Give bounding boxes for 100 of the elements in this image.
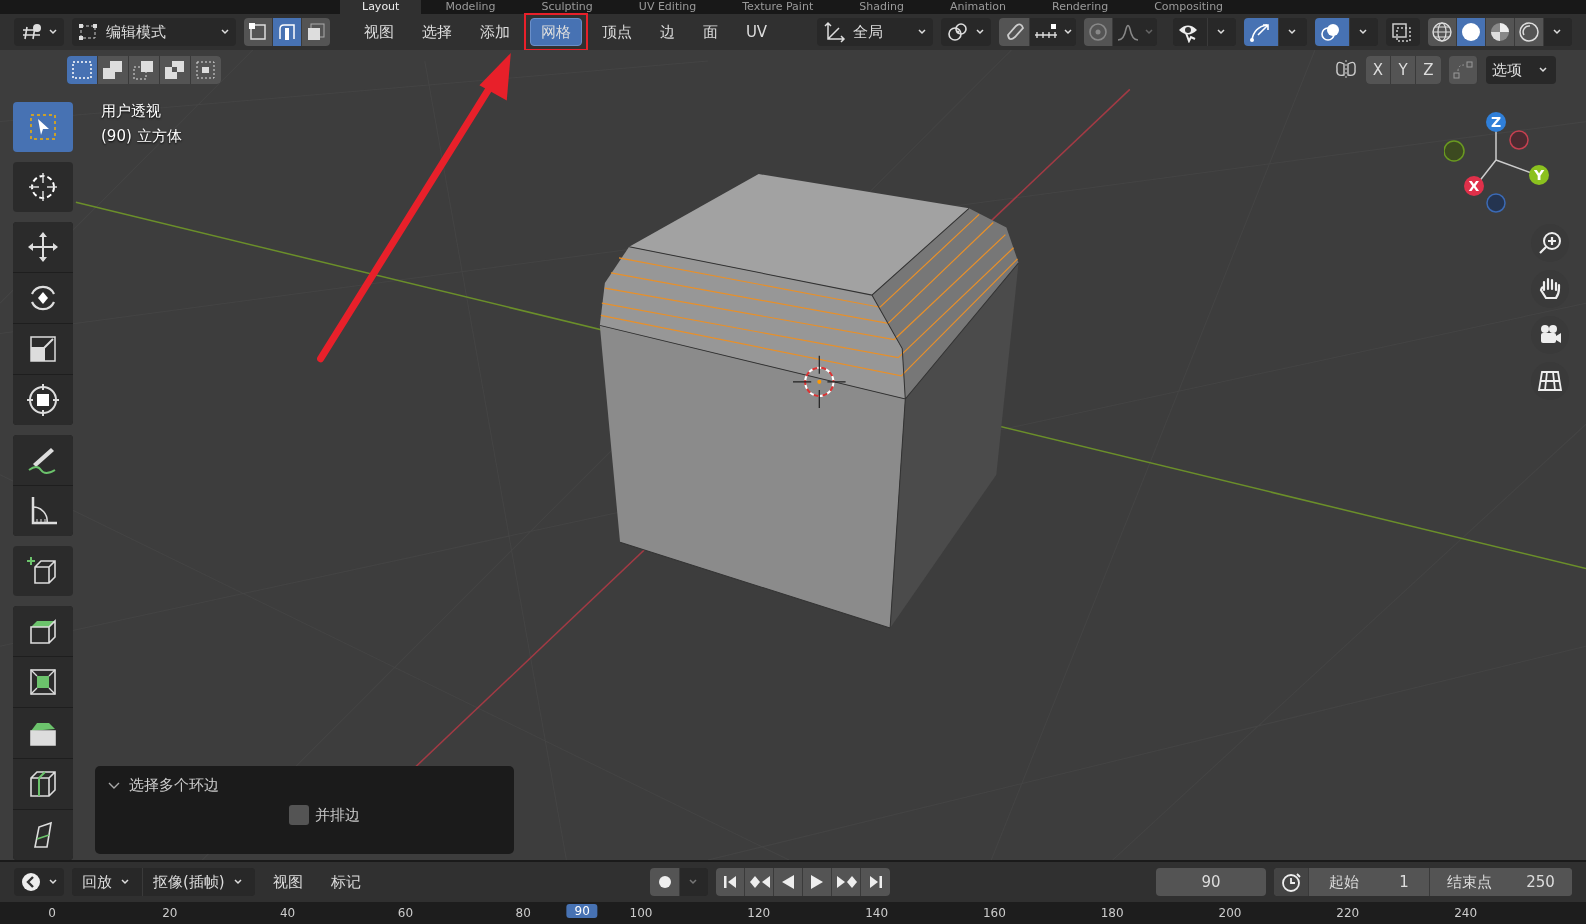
editor-type-icon [20,22,42,42]
editor-type-button[interactable] [14,18,64,46]
merge-icon [1452,59,1474,81]
face-select-mode-button[interactable] [301,18,330,46]
wireframe-shading-button[interactable] [1428,18,1457,46]
3d-viewport[interactable]: X Y Z 选项 用户透视 (90) 立方体 X Y Z 选择多个环边 并排边 [0,50,1586,860]
snap-toggle[interactable] [999,18,1031,46]
scale-tool[interactable] [13,324,73,374]
pivot-dropdown[interactable] [941,18,992,46]
menu-item[interactable]: 网格 [529,18,582,46]
menu-item[interactable]: 添加 [469,18,520,46]
workspace-tab[interactable]: UV Editing [616,0,719,14]
vertex-mode-icon [246,21,269,43]
caret-icon [120,877,132,887]
solid-sphere-icon [1460,21,1482,43]
menu-item[interactable]: 顶点 [591,18,642,46]
menu-item[interactable]: 边 [649,18,685,46]
hand-icon [1537,276,1563,302]
menu-item[interactable]: 视图 [262,868,313,896]
frame-number: 120 [747,906,771,920]
circle-dot-icon [1087,21,1110,43]
menu-item[interactable]: UV [735,18,778,46]
caret-icon [48,877,58,887]
inset-tool[interactable] [13,657,73,707]
end-frame-field[interactable]: 结束点 250 [1429,868,1572,896]
mirror-axis-toggle[interactable]: Y [1391,56,1416,84]
material-shading-button[interactable] [1486,18,1515,46]
rotate-tool[interactable] [13,273,73,323]
workspace-tab[interactable]: Sculpting [519,0,615,14]
vertex-square-icon [78,22,100,42]
panel-header[interactable]: 选择多个环边 [95,766,231,805]
extrude-tool[interactable] [13,606,73,656]
workspace-tab[interactable]: Compositing [1132,0,1246,14]
workspace-tab[interactable]: Animation [927,0,1028,14]
negative-axis-handle[interactable] [1509,130,1529,150]
cursor-tool[interactable] [13,162,73,212]
cube-drawing[interactable] [599,174,1020,629]
editor-type-button[interactable] [14,868,64,896]
workspace-tab[interactable]: Layout [340,0,422,14]
next-keyframe-icon [835,873,857,891]
transform-icon [25,382,61,418]
frame-number: 100 [629,906,653,920]
current-frame-field[interactable]: 90 [1156,868,1266,896]
axis-label: Y [1533,167,1545,183]
menu-item[interactable]: 标记 [320,868,371,896]
knife-tool[interactable] [13,810,73,860]
proportional-edit-toggle[interactable] [1084,18,1114,46]
box-new-mode-button[interactable] [67,56,98,84]
negative-axis-handle[interactable] [1444,140,1465,162]
auto-merge-toggle[interactable] [1449,56,1478,84]
mirror-axis-toggle[interactable]: X [1366,56,1391,84]
frame-number: 20 [162,906,178,920]
gizmo-toggle[interactable] [1244,18,1280,46]
box-extend-mode-button[interactable] [98,56,129,84]
transform-tool[interactable] [13,375,73,425]
next-keyframe-button[interactable] [832,868,861,896]
frame-number: 0 [48,906,56,920]
workspace-tab[interactable]: Shading [837,0,926,14]
workspace-tab[interactable]: Texture Paint [720,0,836,14]
clock-icon[interactable] [1274,868,1308,896]
box-intersect-mode-button[interactable] [191,56,221,84]
orientation-dropdown[interactable]: 全局 [817,18,934,46]
mirror-axis-toggle[interactable]: Z [1416,56,1441,84]
jump-end-button[interactable] [861,868,890,896]
magnifier-icon [1537,230,1563,256]
extend-selection-icon [101,59,125,81]
overlay-toggle[interactable] [1315,18,1351,46]
box-invert-mode-button[interactable] [160,56,191,84]
frame-number: 220 [1336,906,1360,920]
frame-number: 80 [515,906,531,920]
menu-item[interactable]: 面 [692,18,728,46]
menu-item[interactable]: 选择 [411,18,462,46]
rendered-shading-button[interactable] [1515,18,1544,46]
menu-item[interactable]: 视图 [353,18,404,46]
move-tool[interactable] [13,222,73,272]
solid-shading-button[interactable] [1457,18,1486,46]
workspace-tab[interactable]: Rendering [1030,0,1131,14]
checkbox[interactable] [289,805,309,825]
workspace-tab[interactable]: Modeling [423,0,518,14]
measure-tool[interactable] [13,486,73,536]
options-dropdown[interactable]: 选项 [1486,56,1556,84]
frame-number: 200 [1218,906,1242,920]
mode-dropdown[interactable]: 编辑模式 [72,18,236,46]
record-button[interactable] [650,868,680,896]
play-reverse-button[interactable] [774,868,803,896]
current-frame-marker: 90 [566,904,598,918]
caret-icon [975,27,986,37]
frame-number: 180 [1100,906,1124,920]
intersect-selection-icon [194,59,218,81]
jump-start-button[interactable] [716,868,745,896]
previous-keyframe-button[interactable] [745,868,774,896]
caret-icon [1551,27,1564,37]
vertex-select-mode-button[interactable] [243,18,273,46]
edge-select-mode-button[interactable] [272,18,302,46]
annotate-tool[interactable] [13,435,73,485]
negative-axis-handle[interactable] [1486,193,1506,213]
play-button[interactable] [803,868,832,896]
box-subtract-mode-button[interactable] [129,56,160,84]
caret-icon [1538,65,1550,75]
bevel-tool[interactable] [13,708,73,758]
